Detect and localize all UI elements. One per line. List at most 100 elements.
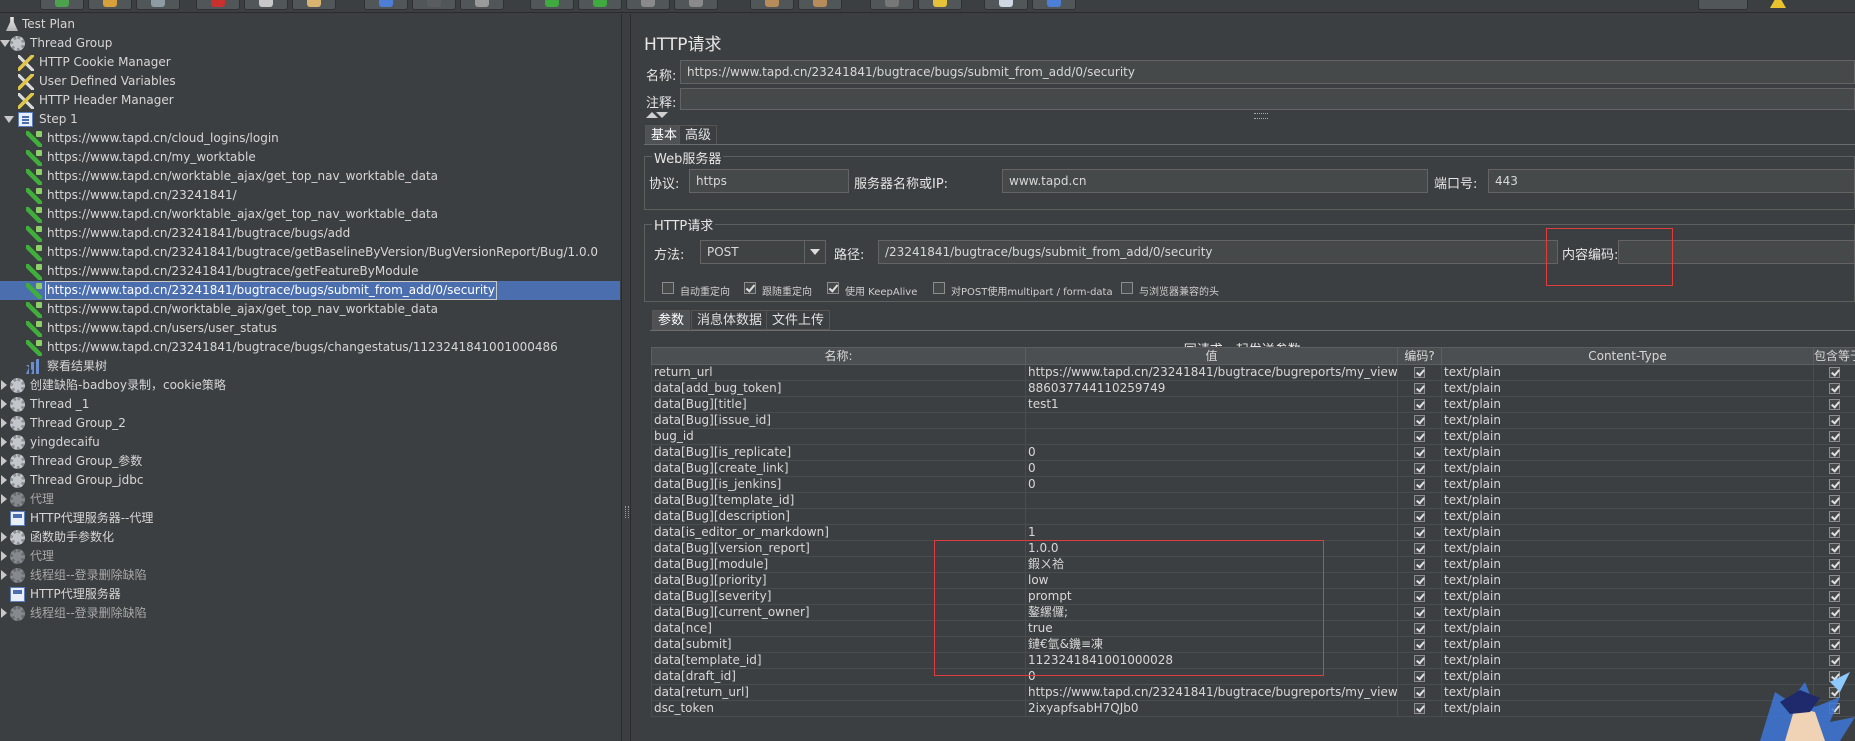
content-type-cell[interactable]: text/plain bbox=[1441, 652, 1814, 669]
tree-node[interactable]: https://www.tapd.cn/23241841/bugtrace/bu… bbox=[0, 224, 620, 243]
encode-checkbox[interactable] bbox=[1414, 687, 1425, 698]
encode-checkbox[interactable] bbox=[1414, 655, 1425, 666]
tree-node[interactable]: https://www.tapd.cn/23241841/bugtrace/ge… bbox=[0, 262, 620, 281]
param-value-cell[interactable] bbox=[1025, 508, 1398, 525]
include-equals-checkbox[interactable] bbox=[1829, 623, 1840, 634]
encode-checkbox[interactable] bbox=[1414, 559, 1425, 570]
toolbar-remote-start-button[interactable] bbox=[750, 0, 794, 10]
table-row[interactable]: data[Bug][is_jenkins] 0 text/plain bbox=[651, 476, 1855, 493]
name-field[interactable]: https://www.tapd.cn/23241841/bugtrace/bu… bbox=[680, 60, 1855, 84]
tree-node[interactable]: 线程组--登录删除缺陷 bbox=[0, 566, 620, 585]
include-equals-checkbox[interactable] bbox=[1829, 431, 1840, 442]
param-name-cell[interactable]: data[Bug][description] bbox=[651, 508, 1026, 525]
include-equals-checkbox[interactable] bbox=[1829, 575, 1840, 586]
include-equals-checkbox[interactable] bbox=[1829, 495, 1840, 506]
tree-node[interactable]: Test Plan bbox=[0, 15, 620, 34]
toolbar-cut-button[interactable] bbox=[196, 0, 240, 10]
tree-node-selected[interactable]: https://www.tapd.cn/23241841/bugtrace/bu… bbox=[0, 281, 620, 300]
content-type-cell[interactable]: text/plain bbox=[1441, 604, 1814, 621]
path-field[interactable]: /23241841/bugtrace/bugs/submit_from_add/… bbox=[878, 240, 1558, 264]
param-value-cell[interactable]: 2ixyapfsabH7QJb0 bbox=[1025, 700, 1398, 717]
param-value-cell[interactable]: test1 bbox=[1025, 396, 1398, 413]
param-name-cell[interactable]: data[Bug][is_jenkins] bbox=[651, 476, 1026, 493]
include-equals-checkbox[interactable] bbox=[1829, 367, 1840, 378]
toolbar-save-button[interactable] bbox=[136, 0, 180, 10]
encode-checkbox[interactable] bbox=[1414, 463, 1425, 474]
tree-node[interactable]: 创建缺陷-badboy录制，cookie策略 bbox=[0, 376, 620, 395]
table-row[interactable]: data[Bug][is_replicate] 0 text/plain bbox=[651, 444, 1855, 461]
encode-checkbox[interactable] bbox=[1414, 431, 1425, 442]
include-equals-checkbox[interactable] bbox=[1829, 559, 1840, 570]
include-equals-checkbox[interactable] bbox=[1829, 399, 1840, 410]
param-name-cell[interactable]: data[Bug][create_link] bbox=[651, 460, 1026, 477]
include-equals-checkbox[interactable] bbox=[1829, 543, 1840, 554]
include-equals-checkbox[interactable] bbox=[1829, 463, 1840, 474]
content-type-cell[interactable]: text/plain bbox=[1441, 412, 1814, 429]
toolbar-remote-stop-button[interactable] bbox=[798, 0, 842, 10]
content-type-cell[interactable]: text/plain bbox=[1441, 588, 1814, 605]
content-type-cell[interactable]: text/plain bbox=[1441, 524, 1814, 541]
collapse-down-icon[interactable] bbox=[656, 112, 668, 118]
expand-toggle-icon[interactable] bbox=[1, 532, 7, 542]
table-row[interactable]: return_url https://www.tapd.cn/23241841/b… bbox=[651, 364, 1855, 381]
tree-node[interactable]: Step 1 bbox=[0, 110, 620, 129]
auto-redirect-checkbox[interactable] bbox=[662, 282, 674, 294]
encode-checkbox[interactable] bbox=[1414, 543, 1425, 554]
encode-checkbox[interactable] bbox=[1414, 479, 1425, 490]
param-name-cell[interactable]: data[return_url] bbox=[651, 684, 1026, 701]
expand-toggle-icon[interactable] bbox=[0, 40, 10, 47]
tree-node[interactable]: HTTP代理服务器 bbox=[0, 585, 620, 604]
tree-node[interactable]: https://www.tapd.cn/cloud_logins/login bbox=[0, 129, 620, 148]
toolbar-shutdown-button[interactable] bbox=[674, 0, 718, 10]
table-row[interactable]: data[return_url] https://www.tapd.cn/2324… bbox=[651, 684, 1855, 701]
tree-node[interactable]: Thread Group_参数 bbox=[0, 452, 620, 471]
table-row[interactable]: data[is_editor_or_markdown] 1 text/plain bbox=[651, 524, 1855, 541]
table-row[interactable]: data[Bug][description] text/plain bbox=[651, 508, 1855, 525]
param-name-cell[interactable]: return_url bbox=[651, 364, 1026, 381]
toolbar-paste-button[interactable] bbox=[292, 0, 336, 10]
tree-node[interactable]: HTTP代理服务器--代理 bbox=[0, 509, 620, 528]
tab-file-upload[interactable]: 文件上传 bbox=[766, 310, 831, 330]
encode-checkbox[interactable] bbox=[1414, 383, 1425, 394]
tree-node[interactable]: 察看结果树 bbox=[0, 357, 620, 376]
param-name-cell[interactable]: data[Bug][template_id] bbox=[651, 492, 1026, 509]
tree-node[interactable]: Thread Group_jdbc bbox=[0, 471, 620, 490]
tree-node[interactable]: https://www.tapd.cn/my_worktable bbox=[0, 148, 620, 167]
encode-checkbox[interactable] bbox=[1414, 575, 1425, 586]
method-select[interactable]: POST bbox=[700, 240, 826, 264]
table-row[interactable]: data[Bug][title] test1 text/plain bbox=[651, 396, 1855, 413]
param-name-cell[interactable]: bug_id bbox=[651, 428, 1026, 445]
toolbar-function-helper-button[interactable] bbox=[984, 0, 1028, 10]
table-row[interactable]: data[Bug][issue_id] text/plain bbox=[651, 412, 1855, 429]
encode-checkbox[interactable] bbox=[1414, 607, 1425, 618]
tree-node[interactable]: Thread _1 bbox=[0, 395, 620, 414]
expand-toggle-icon[interactable] bbox=[1, 380, 7, 390]
tab-parameters[interactable]: 参数 bbox=[652, 310, 691, 330]
tab-body-data[interactable]: 消息体数据 bbox=[691, 310, 769, 330]
panel-splitter[interactable] bbox=[621, 14, 631, 741]
toolbar-expand-button[interactable] bbox=[364, 0, 408, 10]
encode-checkbox[interactable] bbox=[1414, 495, 1425, 506]
encode-checkbox[interactable] bbox=[1414, 447, 1425, 458]
param-name-cell[interactable]: data[is_editor_or_markdown] bbox=[651, 524, 1026, 541]
toolbar-copy-button[interactable] bbox=[244, 0, 288, 10]
expand-toggle-icon[interactable] bbox=[1, 494, 7, 504]
expand-toggle-icon[interactable] bbox=[1, 608, 7, 618]
param-value-cell[interactable]: https://www.tapd.cn/23241841/bugtrace/bu… bbox=[1025, 364, 1398, 381]
keepalive-checkbox[interactable] bbox=[827, 282, 839, 294]
include-equals-checkbox[interactable] bbox=[1829, 639, 1840, 650]
divider-grip-icon[interactable] bbox=[1254, 113, 1268, 119]
tab-advanced[interactable]: 高级 bbox=[679, 125, 718, 145]
column-header-value[interactable]: 值 bbox=[1025, 347, 1398, 365]
encode-checkbox[interactable] bbox=[1414, 527, 1425, 538]
param-name-cell[interactable]: data[add_bug_token] bbox=[651, 380, 1026, 397]
param-value-cell[interactable] bbox=[1025, 412, 1398, 429]
tree-node[interactable]: 函数助手参数化 bbox=[0, 528, 620, 547]
param-name-cell[interactable]: data[Bug][issue_id] bbox=[651, 412, 1026, 429]
toolbar-clear-all-button[interactable] bbox=[918, 0, 962, 10]
expand-toggle-icon[interactable] bbox=[1, 418, 7, 428]
toolbar-help-button[interactable] bbox=[1032, 0, 1076, 10]
content-type-cell[interactable]: text/plain bbox=[1441, 428, 1814, 445]
include-equals-checkbox[interactable] bbox=[1829, 511, 1840, 522]
param-name-cell[interactable]: dsc_token bbox=[651, 700, 1026, 717]
